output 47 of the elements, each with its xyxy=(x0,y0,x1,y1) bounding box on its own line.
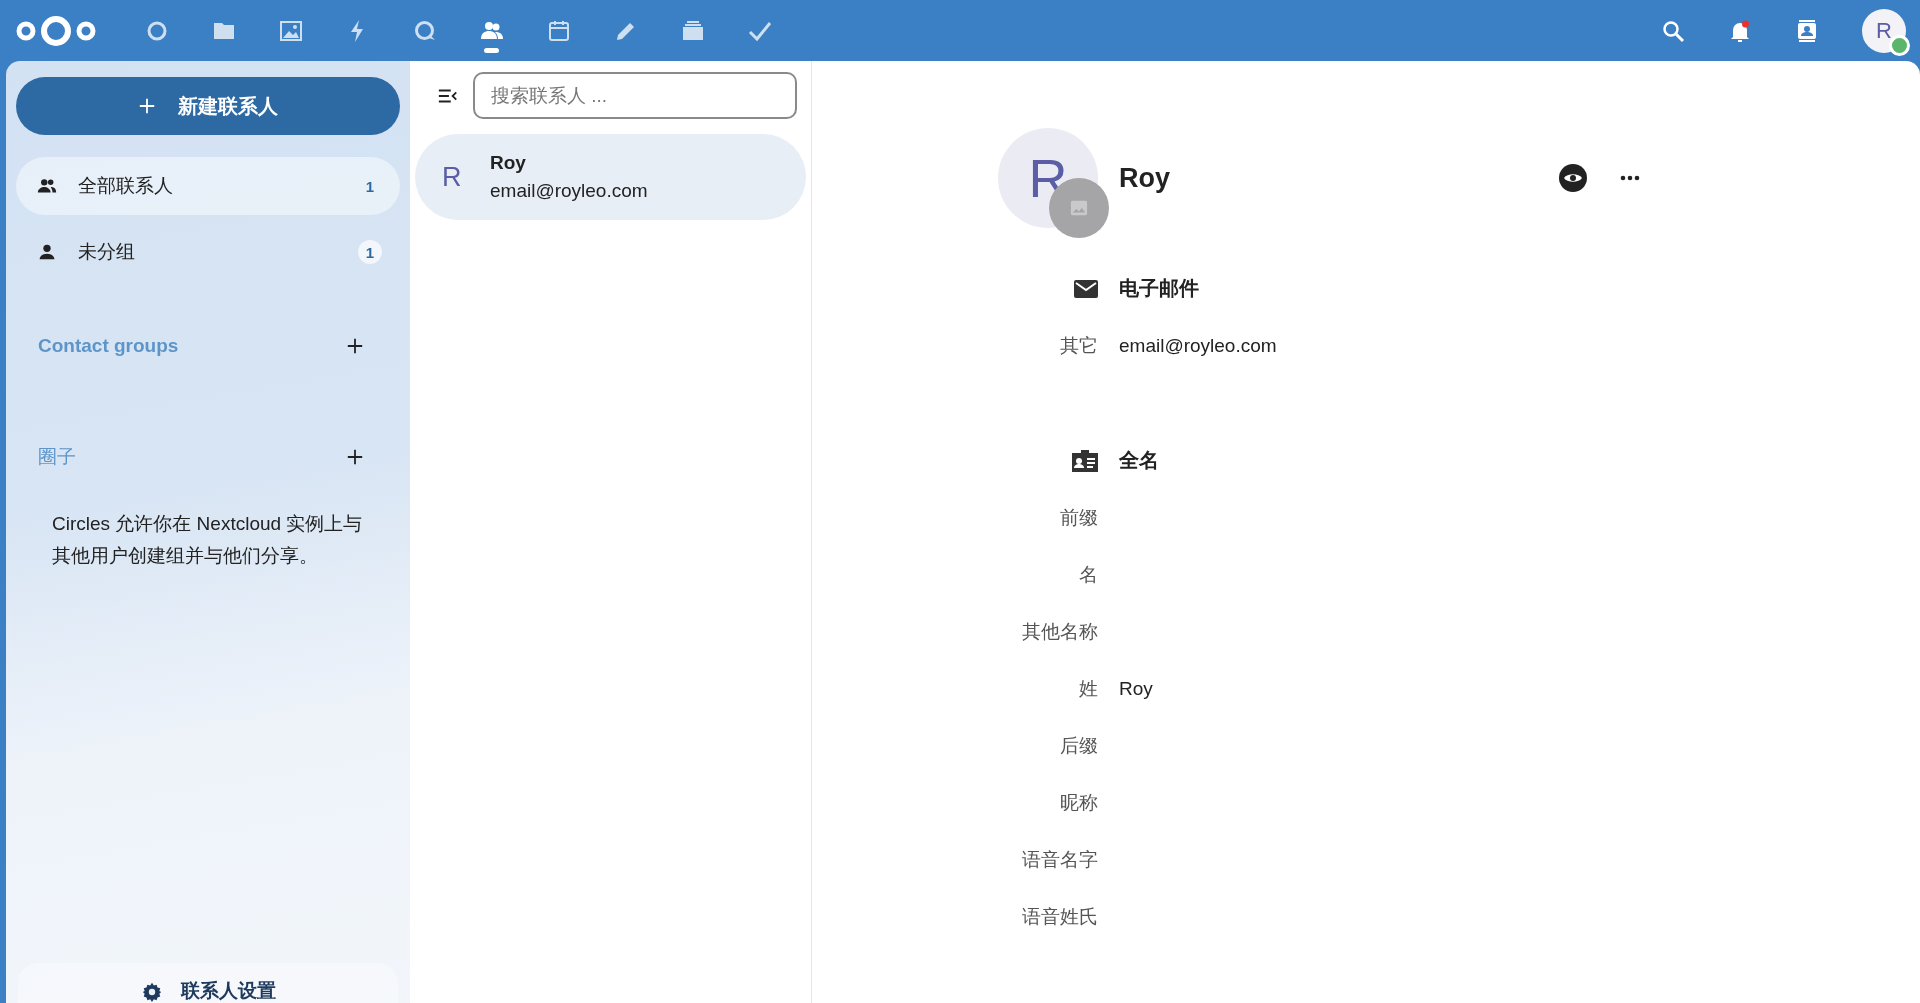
stack-icon xyxy=(680,18,705,43)
image-icon xyxy=(1070,199,1088,217)
plus-icon xyxy=(138,97,156,115)
speech-bubble-icon xyxy=(412,18,437,43)
search-icon[interactable] xyxy=(1661,18,1685,43)
settings-button[interactable]: 联系人设置 xyxy=(18,963,398,1003)
field-label: 昵称 xyxy=(1060,790,1098,815)
sidebar-item[interactable]: 全部联系人 1 xyxy=(16,157,400,215)
new-contact-button[interactable]: 新建联系人 xyxy=(16,77,400,135)
envelope-icon xyxy=(1074,278,1098,299)
contact-card-icon[interactable] xyxy=(1795,18,1819,43)
active-indicator xyxy=(484,48,499,53)
contact-avatar: R xyxy=(442,161,463,193)
item-label: 未分组 xyxy=(78,240,136,264)
logo-icon[interactable] xyxy=(14,13,98,48)
field-label: 前缀 xyxy=(1060,505,1098,530)
field-label: 其它 xyxy=(1060,333,1098,358)
id-card-icon xyxy=(1072,449,1098,472)
field-label: 语音名字 xyxy=(1022,847,1098,872)
field-value[interactable]: Roy xyxy=(1119,677,1640,700)
circles-description: Circles 允许你在 Nextcloud 实例上与其他用户创建组并与他们分享。 xyxy=(52,512,364,568)
contact-name: Roy xyxy=(1119,162,1171,194)
section-heading: 圈子 xyxy=(38,445,76,469)
field-label: 语音姓氏 xyxy=(1022,904,1098,929)
more-icon[interactable] xyxy=(1620,175,1640,181)
section-heading: Contact groups xyxy=(38,335,179,357)
image-icon xyxy=(278,18,303,43)
contact-name: Roy xyxy=(490,152,527,174)
field-label: 名 xyxy=(1079,562,1098,587)
item-label: 全部联系人 xyxy=(78,174,174,198)
item-count: 1 xyxy=(358,240,382,264)
field-label: 后缀 xyxy=(1060,733,1098,758)
plus-icon[interactable] xyxy=(346,448,364,466)
field-label: 其他名称 xyxy=(1022,619,1098,644)
section-heading: 全名 xyxy=(1119,448,1160,473)
search-field[interactable]: 搜索联系人 ... xyxy=(473,72,797,119)
field-value[interactable]: email@royleo.com xyxy=(1119,334,1640,357)
calendar-icon xyxy=(546,18,571,43)
sidebar-item[interactable]: 未分组 1 xyxy=(16,223,400,281)
contact-email: email@royleo.com xyxy=(490,180,648,202)
field-label: 姓 xyxy=(1079,676,1098,701)
item-count: 1 xyxy=(364,176,376,197)
settings-icon xyxy=(140,981,163,1003)
plus-icon[interactable] xyxy=(346,337,364,355)
contact-list-item[interactable]: R Roy email@royleo.com xyxy=(415,134,806,220)
section-heading: 电子邮件 xyxy=(1119,276,1200,301)
eye-icon[interactable] xyxy=(1559,164,1587,192)
